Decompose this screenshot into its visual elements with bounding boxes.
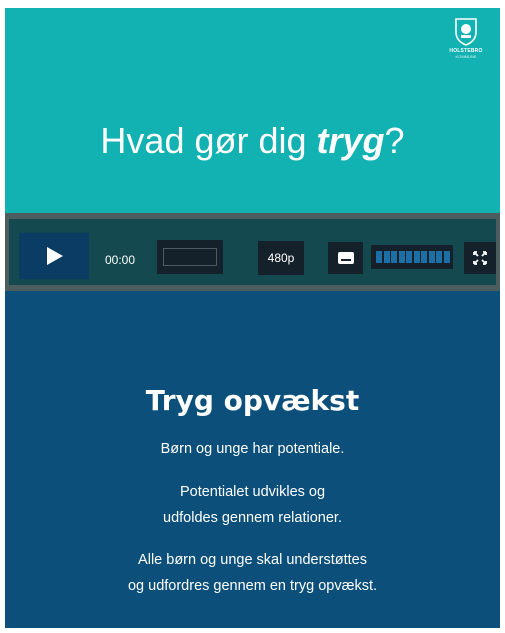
section-title: Tryg opvækst [145,384,360,417]
text-line-3b: og udfordres gennem en tryg opvækst. [127,578,378,594]
volume-slider[interactable] [371,245,453,269]
fullscreen-icon [473,251,487,265]
controls-panel: 00:00 480p [9,219,496,285]
headline-prefix: Hvad gør dig [100,120,317,161]
play-icon [47,247,63,265]
text-line-2a: Potentialet udvikles og [179,484,326,500]
text-line-2b: udfoldes gennem relationer. [163,510,342,526]
logo-subtitle: KOMMUNE [455,54,477,59]
captions-icon [337,252,354,264]
volume-segment [383,251,390,263]
quality-button[interactable]: 480p [258,241,304,275]
page-frame: HOLSTEBRO KOMMUNE Hvad gør dig tryg? 00:… [5,8,500,628]
captions-button[interactable] [328,242,363,274]
current-time: 00:00 [105,253,136,267]
volume-segment [391,251,397,263]
volume-segment [436,251,442,263]
volume-segment [376,251,382,263]
headline-suffix: ? [384,120,405,161]
volume-segment [428,251,435,263]
text-line-3a: Alle børn og unge skal understøttes [138,552,367,568]
progress-bar[interactable] [157,240,223,274]
progress-track [163,248,217,266]
content-section: Tryg opvækst Børn og unge har potentiale… [5,291,500,628]
play-button[interactable] [19,233,89,279]
headline-emphasis: tryg [316,120,385,161]
fullscreen-button[interactable] [464,242,496,274]
municipality-logo: HOLSTEBRO KOMMUNE [446,16,486,59]
video-player[interactable]: HOLSTEBRO KOMMUNE Hvad gør dig tryg? 00:… [5,8,500,291]
volume-segment [406,251,412,263]
video-controls-bar: 00:00 480p [5,213,500,291]
text-line-1: Børn og unge har potentiale. [160,441,345,457]
volume-segment [421,251,427,263]
volume-segment [398,251,405,263]
volume-segment [443,251,450,263]
coat-of-arms-icon [455,18,477,46]
video-headline: Hvad gør dig tryg? [5,120,500,162]
volume-segment [413,251,420,263]
